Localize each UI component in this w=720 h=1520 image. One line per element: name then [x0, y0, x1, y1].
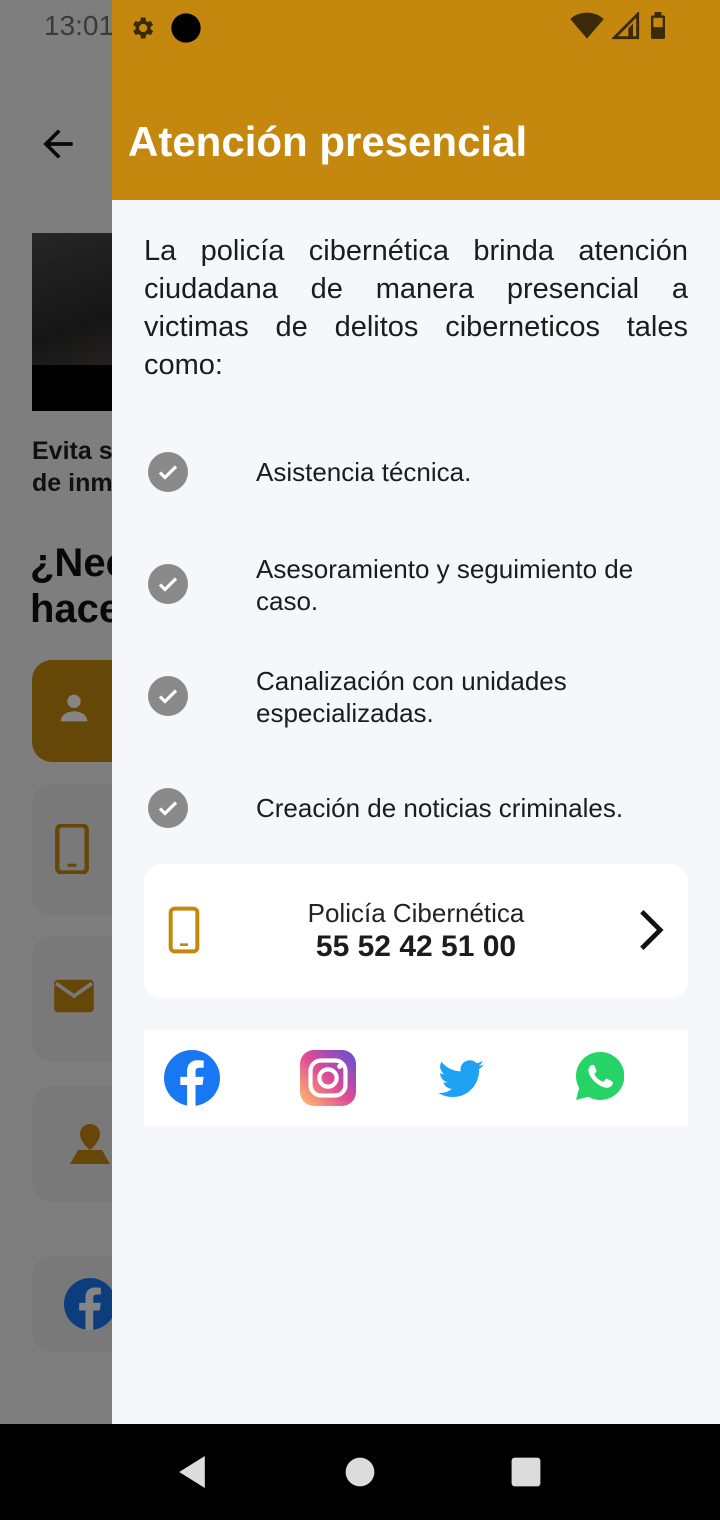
check-circle-icon: [148, 452, 188, 492]
twitter-icon[interactable]: [438, 1060, 484, 1098]
drawer-header: Atención presencial: [112, 0, 720, 200]
intro-text: La policía cibernética brinda atención c…: [144, 235, 688, 381]
contact-number: 55 52 42 51 00: [315, 930, 517, 963]
service-item: Creación de noticias criminales.: [144, 788, 688, 828]
service-label: Asistencia técnica.: [256, 457, 472, 487]
recording-dot-icon: [171, 13, 201, 43]
social-links: [144, 1030, 688, 1126]
settings-gear-icon: [133, 17, 154, 39]
check-circle-icon: [148, 788, 188, 828]
service-label: Creación de noticias criminales.: [256, 793, 624, 823]
status-time: 13:01: [44, 10, 115, 41]
nav-back-icon[interactable]: [176, 1454, 208, 1490]
service-label: Asesoramiento y seguimiento de caso.: [256, 554, 634, 616]
facebook-icon[interactable]: [164, 1050, 220, 1106]
status-icons-right: [570, 12, 668, 40]
contact-card[interactable]: Policía Cibernética 55 52 42 51 00: [144, 864, 688, 998]
navigation-bar: [0, 1424, 720, 1520]
nav-home-icon[interactable]: [344, 1456, 376, 1488]
check-circle-icon: [148, 676, 188, 716]
signal-icon: [612, 12, 640, 40]
service-item: Asesoramiento y seguimiento de caso.: [144, 553, 688, 617]
instagram-icon[interactable]: [300, 1050, 356, 1106]
service-item: Asistencia técnica.: [144, 452, 688, 492]
wifi-icon: [570, 12, 604, 39]
status-icons-left: [128, 12, 202, 44]
nav-recents-icon[interactable]: [510, 1456, 542, 1488]
battery-icon: [651, 12, 665, 39]
whatsapp-icon[interactable]: [576, 1052, 624, 1100]
chevron-right-icon: [640, 909, 664, 951]
check-circle-icon: [148, 564, 188, 604]
contact-name: Policía Cibernética: [307, 898, 525, 928]
service-item: Canalización con unidades especializadas…: [144, 665, 688, 729]
drawer-title: Atención presencial: [128, 118, 528, 165]
service-label: Canalización con unidades especializadas…: [256, 666, 567, 728]
info-drawer: Atención presencial La policía cibernéti…: [112, 0, 720, 1424]
